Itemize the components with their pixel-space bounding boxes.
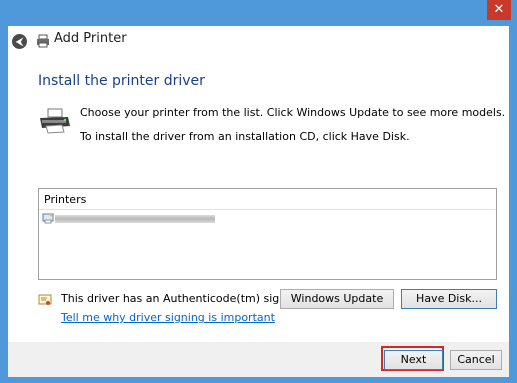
driver-signing-link[interactable]: Tell me why driver signing is important [61, 311, 275, 324]
cancel-label: Cancel [457, 353, 495, 366]
list-item[interactable] [42, 212, 218, 225]
have-disk-button[interactable]: Have Disk... [401, 289, 497, 309]
printer-icon [40, 108, 70, 134]
dialog-footer: Next Cancel [8, 342, 509, 377]
list-header[interactable]: Printers [39, 189, 496, 210]
next-button[interactable]: Next [384, 350, 443, 370]
printer-name-redacted [55, 215, 215, 223]
cancel-button[interactable]: Cancel [450, 350, 502, 370]
back-button[interactable]: ⮜ [12, 34, 27, 49]
column-header-printers: Printers [44, 193, 87, 206]
printer-list[interactable]: Printers [38, 188, 497, 280]
windows-update-button[interactable]: Windows Update [280, 289, 394, 309]
instruction-text: Choose your printer from the list. Click… [80, 106, 506, 119]
back-arrow-icon: ⮜ [15, 35, 24, 48]
window-title: Add Printer [54, 31, 127, 46]
close-button[interactable]: ✕ [487, 0, 511, 20]
main-content: Install the printer driver Choose your p… [8, 62, 509, 342]
add-printer-window: ✕ ⮜ Add Printer Install the printer driv… [0, 0, 517, 383]
printer-icon [37, 34, 49, 48]
printer-icon [42, 213, 54, 224]
have-disk-label: Have Disk... [416, 292, 482, 305]
windows-update-label: Windows Update [290, 292, 384, 305]
certificate-icon [38, 294, 52, 305]
have-disk-instruction: To install the driver from an installati… [80, 130, 410, 143]
page-title: Install the printer driver [38, 73, 205, 89]
close-icon: ✕ [493, 2, 505, 17]
next-label: Next [400, 353, 427, 366]
window-header: ⮜ Add Printer [8, 26, 509, 62]
